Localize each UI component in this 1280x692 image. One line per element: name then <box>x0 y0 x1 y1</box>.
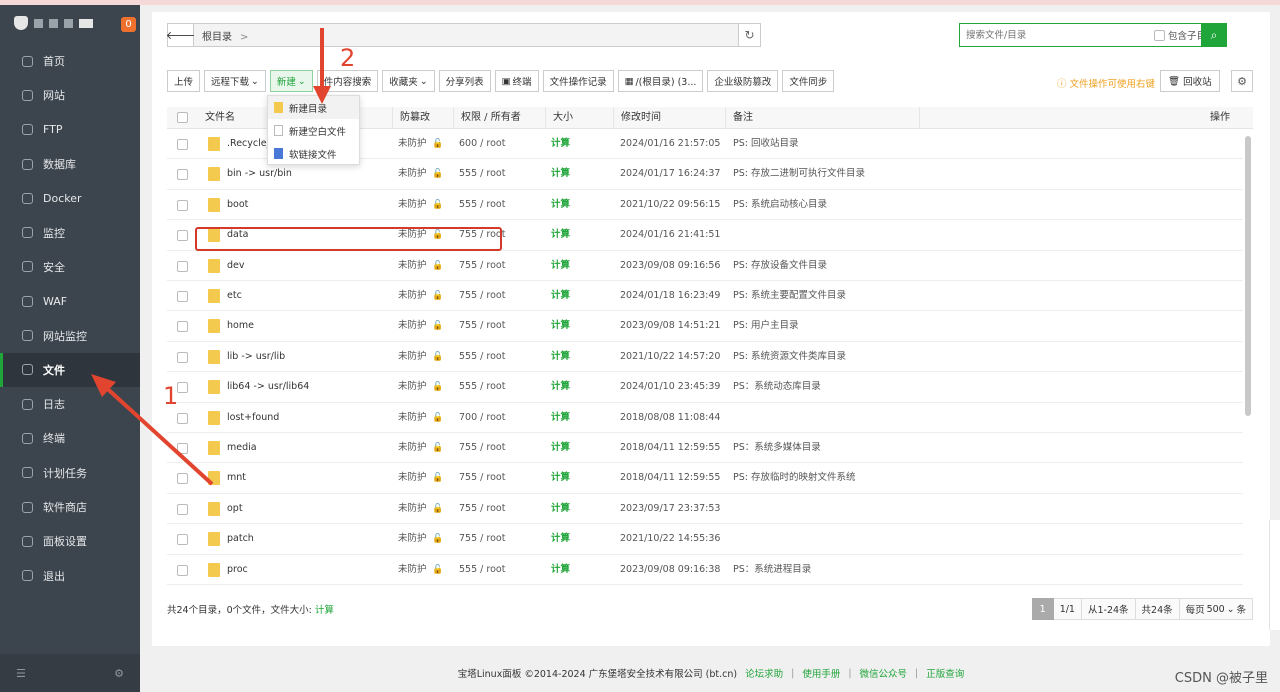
annotation-number-1: 1 <box>163 382 179 410</box>
annotation-arrows <box>91 28 331 486</box>
annotation-number-2: 2 <box>340 44 356 72</box>
arrow-2-head <box>313 86 331 104</box>
arrow-1-line <box>98 380 214 486</box>
